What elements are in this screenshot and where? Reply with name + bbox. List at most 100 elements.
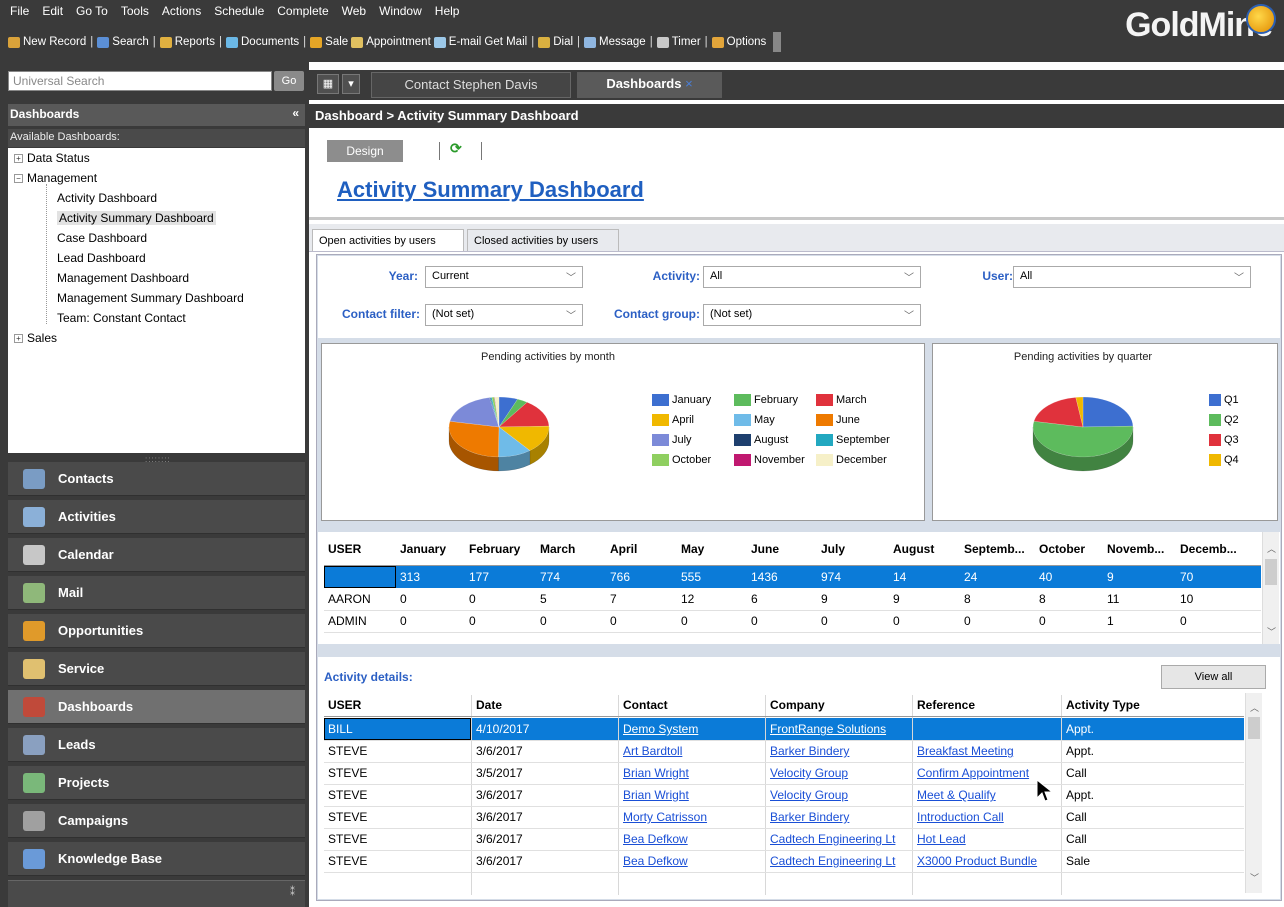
column-header-company[interactable]: Company <box>770 698 825 712</box>
summary-cell[interactable]: 177 <box>469 570 489 584</box>
detail-cell[interactable]: 3/6/2017 <box>476 744 616 758</box>
detail-cell[interactable]: 3/6/2017 <box>476 788 616 802</box>
tree-item-lead-dashboard[interactable]: Lead Dashboard <box>57 251 146 265</box>
summary-cell[interactable]: 313 <box>400 570 420 584</box>
expand-icon[interactable]: + <box>14 154 23 164</box>
detail-cell[interactable]: STEVE <box>328 832 468 846</box>
column-header-october[interactable]: October <box>1039 542 1085 556</box>
collapse-icon[interactable]: − <box>14 174 23 184</box>
pie-slice-q1[interactable] <box>1082 396 1134 428</box>
toolbar-overflow-icon[interactable] <box>773 32 782 52</box>
detail-cell[interactable]: 4/10/2017 <box>476 722 616 736</box>
detail-link[interactable]: Brian Wright <box>623 766 763 780</box>
menu-web[interactable]: Web <box>342 4 366 18</box>
tab-dashboards[interactable]: Dashboards × <box>577 72 722 98</box>
nav-service[interactable]: Service <box>8 652 305 686</box>
detail-cell[interactable]: Appt. <box>1066 722 1186 736</box>
column-header-reference[interactable]: Reference <box>917 698 975 712</box>
detail-link[interactable]: Brian Wright <box>623 788 763 802</box>
collapse-icon[interactable]: « <box>292 106 299 120</box>
detail-link[interactable]: FrontRange Solutions <box>770 722 915 736</box>
detail-link[interactable]: Cadtech Engineering Lt <box>770 832 915 846</box>
summary-cell[interactable]: 7 <box>610 592 617 606</box>
detail-link[interactable]: Barker Bindery <box>770 810 915 824</box>
summary-cell[interactable]: 40 <box>1039 570 1052 584</box>
dashboard-title[interactable]: Activity Summary Dashboard <box>337 177 644 203</box>
nav-knowledge-base[interactable]: Knowledge Base <box>8 842 305 876</box>
column-header-contact[interactable]: Contact <box>623 698 668 712</box>
summary-cell[interactable]: 24 <box>964 570 977 584</box>
expand-icon[interactable]: + <box>14 334 23 344</box>
menu-go-to[interactable]: Go To <box>76 4 108 18</box>
detail-cell[interactable]: STEVE <box>328 810 468 824</box>
column-header-june[interactable]: June <box>751 542 779 556</box>
summary-cell[interactable]: 9 <box>893 592 900 606</box>
summary-cell[interactable]: 8 <box>964 592 971 606</box>
column-header-novemb[interactable]: Novemb... <box>1107 542 1164 556</box>
detail-link[interactable]: Introduction Call <box>917 810 1062 824</box>
nav-activities[interactable]: Activities <box>8 500 305 534</box>
column-header-user[interactable]: USER <box>328 542 361 556</box>
summary-cell[interactable]: AARON <box>328 592 371 606</box>
detail-cell[interactable]: Sale <box>1066 854 1186 868</box>
detail-link[interactable]: X3000 Product Bundle <box>917 854 1062 868</box>
summary-cell[interactable]: 0 <box>469 614 476 628</box>
menu-tools[interactable]: Tools <box>121 4 149 18</box>
summary-cell[interactable]: 12 <box>681 592 694 606</box>
menu-complete[interactable]: Complete <box>277 4 328 18</box>
details-scrollbar[interactable]: ︿ ﹀ <box>1245 693 1262 893</box>
detail-link[interactable]: Velocity Group <box>770 766 915 780</box>
summary-cell[interactable]: 766 <box>610 570 630 584</box>
detail-cell[interactable]: STEVE <box>328 744 468 758</box>
detail-link[interactable]: Morty Catrisson <box>623 810 763 824</box>
nav-opportunities[interactable]: Opportunities <box>8 614 305 648</box>
detail-link[interactable]: Demo System <box>623 722 763 736</box>
user-select[interactable]: All ﹀ <box>1013 266 1251 288</box>
summary-cell[interactable]: 9 <box>1107 570 1114 584</box>
detail-link[interactable]: Breakfast Meeting <box>917 744 1062 758</box>
detail-cell[interactable]: 3/6/2017 <box>476 832 616 846</box>
nav-dashboards[interactable]: Dashboards <box>8 690 305 724</box>
menu-help[interactable]: Help <box>435 4 460 18</box>
tab-list-dropdown-icon[interactable]: ▾ <box>342 74 360 94</box>
column-header-date[interactable]: Date <box>476 698 502 712</box>
nav-projects[interactable]: Projects <box>8 766 305 800</box>
detail-cell[interactable]: Appt. <box>1066 744 1186 758</box>
summary-cell[interactable]: 11 <box>1107 592 1119 606</box>
nav-leads[interactable]: Leads <box>8 728 305 762</box>
summary-cell[interactable]: 8 <box>1039 592 1046 606</box>
scroll-up-icon[interactable]: ︿ <box>1267 542 1276 555</box>
detail-link[interactable]: Cadtech Engineering Lt <box>770 854 915 868</box>
menu-window[interactable]: Window <box>379 4 422 18</box>
summary-cell[interactable]: 10 <box>1180 592 1193 606</box>
summary-cell[interactable]: 0 <box>400 614 407 628</box>
new-record-button[interactable]: New Record <box>8 36 86 48</box>
scroll-up-icon[interactable]: ︿ <box>1250 701 1259 714</box>
year-select[interactable]: Current ﹀ <box>425 266 583 288</box>
menu-file[interactable]: File <box>10 4 29 18</box>
scroll-thumb[interactable] <box>1265 559 1277 585</box>
detail-cell[interactable]: 3/6/2017 <box>476 810 616 824</box>
get-mail-button[interactable]: Get Mail <box>484 36 527 48</box>
search-go-button[interactable]: Go <box>274 71 304 91</box>
detail-cell[interactable]: Appt. <box>1066 788 1186 802</box>
tree-item-activity-dashboard[interactable]: Activity Dashboard <box>57 191 157 205</box>
tree-item-management-dashboard[interactable]: Management Dashboard <box>57 271 189 285</box>
summary-cell[interactable]: 70 <box>1180 570 1193 584</box>
scroll-down-icon[interactable]: ﹀ <box>1250 871 1259 884</box>
summary-cell[interactable]: 555 <box>681 570 701 584</box>
summary-cell[interactable]: 0 <box>400 592 407 606</box>
summary-cell[interactable]: 14 <box>893 570 906 584</box>
tree-item-data-status[interactable]: + Data Status <box>14 151 90 165</box>
nav-campaigns[interactable]: Campaigns <box>8 804 305 838</box>
nav-calendar[interactable]: Calendar <box>8 538 305 572</box>
refresh-icon[interactable]: ⟳ <box>450 140 468 160</box>
activity-select[interactable]: All ﹀ <box>703 266 921 288</box>
nav-contacts[interactable]: Contacts <box>8 462 305 496</box>
tab-open-activities[interactable]: Open activities by users <box>312 229 464 251</box>
view-all-button[interactable]: View all <box>1161 665 1266 689</box>
search-button[interactable]: Search <box>97 36 149 48</box>
summary-cell[interactable]: 0 <box>610 614 617 628</box>
column-header-decemb[interactable]: Decemb... <box>1180 542 1237 556</box>
documents-button[interactable]: Documents <box>226 36 299 48</box>
